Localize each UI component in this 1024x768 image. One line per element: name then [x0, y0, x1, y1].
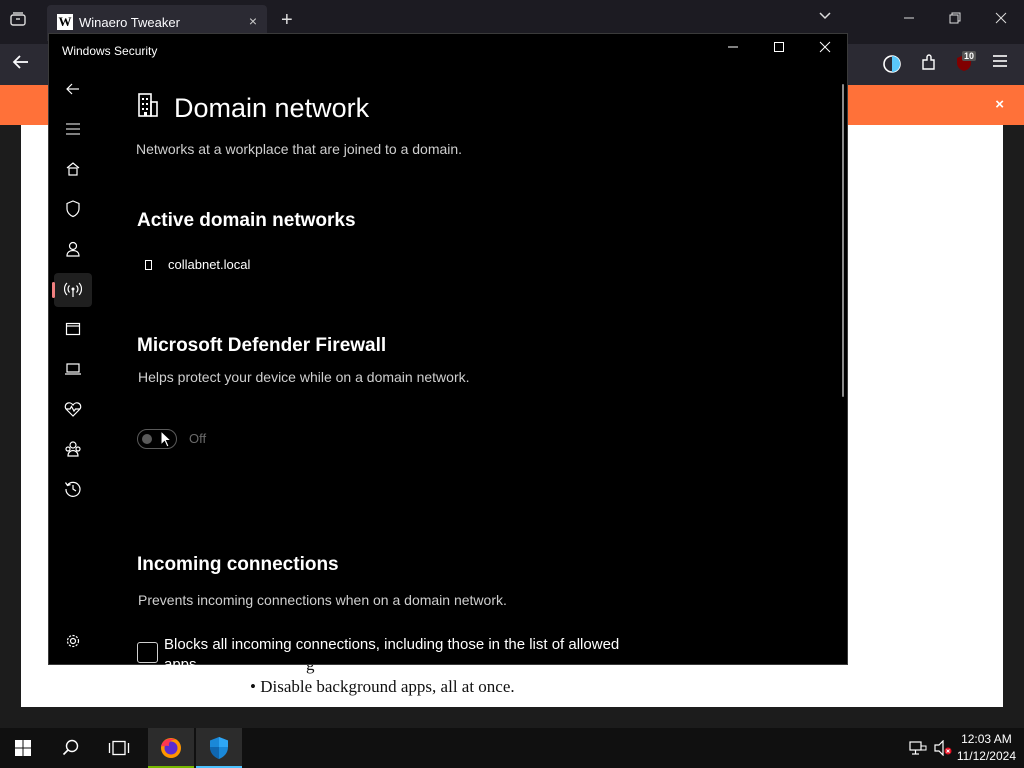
- search-icon[interactable]: [48, 728, 94, 768]
- restore-icon[interactable]: [949, 12, 961, 24]
- tab-list-icon[interactable]: [10, 12, 26, 26]
- window-title: Windows Security: [62, 44, 158, 58]
- incoming-connections-heading: Incoming connections: [137, 554, 339, 575]
- windows-security-icon[interactable]: [196, 728, 242, 768]
- heart-pulse-icon[interactable]: [62, 398, 84, 420]
- person-icon[interactable]: [62, 238, 84, 260]
- firefox-icon[interactable]: [148, 728, 194, 768]
- hamburger-icon[interactable]: [62, 118, 84, 140]
- window-title-bar[interactable]: Windows Security: [49, 34, 847, 66]
- browser-back-icon[interactable]: [12, 53, 30, 71]
- network-name: collabnet.local: [168, 257, 251, 272]
- gear-icon[interactable]: [62, 630, 84, 652]
- clock-date: 11/12/2024: [956, 749, 1016, 763]
- taskbar: [0, 728, 1024, 768]
- page-title: Domain network: [174, 93, 370, 123]
- volume-muted-icon[interactable]: [933, 740, 953, 756]
- toggle-knob: [142, 434, 152, 444]
- network-adapter-icon: [145, 260, 152, 270]
- home-icon[interactable]: [62, 158, 84, 180]
- back-arrow-icon[interactable]: [62, 78, 84, 100]
- laptop-icon[interactable]: [62, 358, 84, 380]
- shield-icon[interactable]: [62, 198, 84, 220]
- task-view-icon[interactable]: [96, 728, 142, 768]
- mouse-cursor-icon: [160, 430, 172, 448]
- building-icon: [137, 92, 159, 118]
- menu-icon[interactable]: [992, 54, 1008, 68]
- network-tray-icon[interactable]: [909, 740, 927, 756]
- history-icon[interactable]: [62, 478, 84, 500]
- tab-title: Winaero Tweaker: [79, 15, 180, 30]
- contrast-icon[interactable]: [882, 54, 902, 74]
- list-item-text: Disable background apps, all at once.: [260, 677, 515, 696]
- winaero-favicon-icon: W: [57, 14, 73, 30]
- active-networks-heading: Active domain networks: [137, 210, 356, 231]
- ws-close-icon[interactable]: [819, 41, 831, 53]
- list-item: • Disable background apps, all at once.: [250, 677, 515, 697]
- firewall-toggle-state: Off: [189, 431, 207, 446]
- minimize-icon[interactable]: [903, 12, 915, 24]
- start-windows-icon[interactable]: [0, 728, 46, 768]
- browser-close-icon[interactable]: [995, 12, 1007, 24]
- extensions-icon[interactable]: [920, 54, 938, 72]
- clock-time: 12:03 AM: [961, 732, 1012, 746]
- tab-close-icon[interactable]: ×: [249, 13, 257, 29]
- page-subtitle: Networks at a workplace that are joined …: [136, 141, 463, 157]
- browser-window-icon[interactable]: [62, 318, 84, 340]
- list-tabs-chevron-icon[interactable]: [818, 11, 832, 21]
- incoming-description: Prevents incoming connections when on a …: [138, 592, 507, 608]
- windows-security-window: Windows Security Domain network Networks…: [48, 33, 848, 665]
- extension-badge: 10: [962, 51, 977, 61]
- ws-minimize-icon[interactable]: [727, 41, 739, 53]
- antenna-icon[interactable]: [62, 279, 84, 301]
- notification-close-icon[interactable]: ×: [995, 96, 1004, 113]
- block-all-checkbox[interactable]: [137, 642, 158, 663]
- block-all-label: Blocks all incoming connections, includi…: [164, 636, 620, 665]
- vertical-scrollbar[interactable]: [842, 84, 844, 397]
- family-icon[interactable]: [62, 438, 84, 460]
- new-tab-button[interactable]: +: [281, 10, 293, 30]
- ws-maximize-icon[interactable]: [773, 41, 785, 53]
- firewall-heading: Microsoft Defender Firewall: [137, 335, 387, 356]
- firewall-description: Helps protect your device while on a dom…: [138, 369, 470, 385]
- bullet-marker: •: [250, 677, 256, 696]
- system-clock[interactable]: 12:03 AM 11/12/2024: [957, 731, 1016, 765]
